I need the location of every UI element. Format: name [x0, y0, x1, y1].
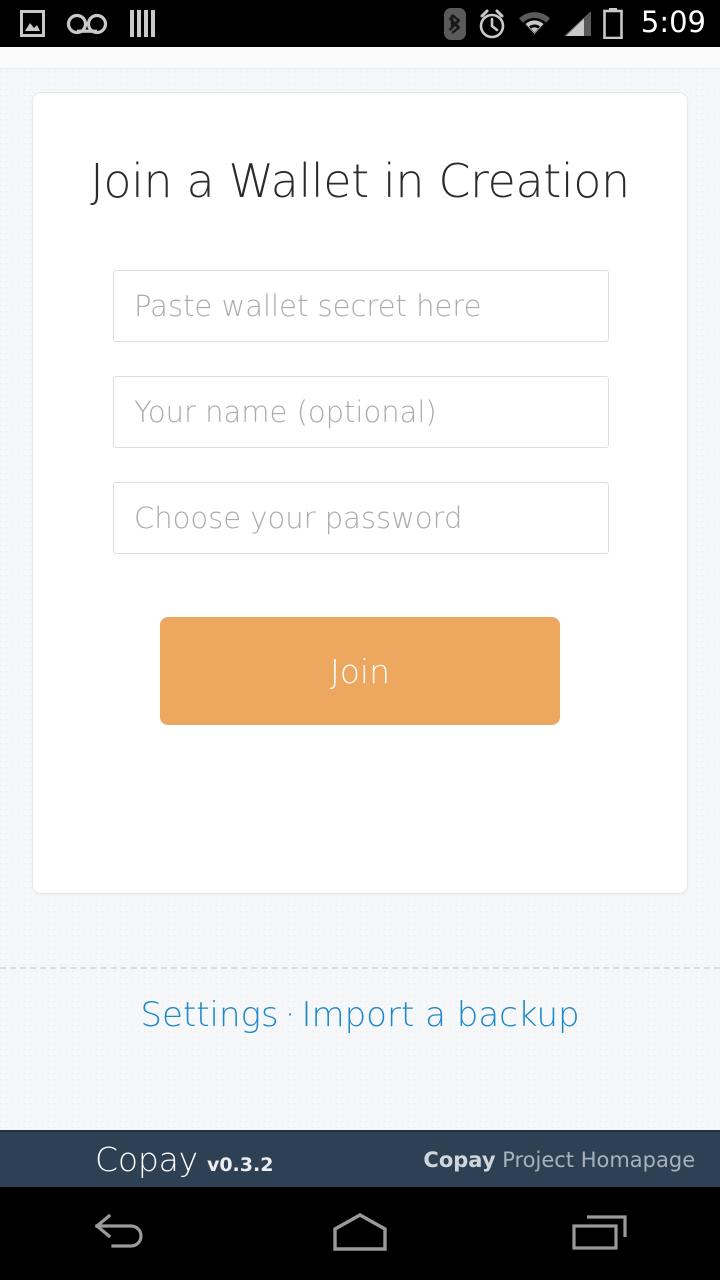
nav-recents-button[interactable]: [520, 1187, 680, 1280]
battery-charging-icon: [603, 8, 623, 39]
password-input[interactable]: [113, 482, 609, 554]
status-bar-right-icons: 5:09: [443, 5, 706, 40]
join-wallet-form: [33, 270, 687, 554]
status-bar: 5:09: [0, 0, 720, 47]
cellular-signal-icon: [562, 10, 592, 37]
status-bar-left-icons: [20, 10, 157, 37]
settings-link[interactable]: Settings: [140, 995, 278, 1035]
app-footer-bar: Copay v0.3.2 Copay Project Homapage: [0, 1130, 720, 1187]
footer-links: Settings · Import a backup: [0, 995, 720, 1035]
join-wallet-card: Join a Wallet in Creation Join: [32, 92, 688, 894]
page-title: Join a Wallet in Creation: [90, 154, 630, 208]
nav-home-button[interactable]: [280, 1187, 440, 1280]
page-background: Join a Wallet in Creation Join Settings·…: [0, 47, 720, 1130]
app-version: v0.3.2: [206, 1154, 274, 1176]
back-icon: [89, 1212, 151, 1255]
alarm-clock-icon: [477, 8, 507, 40]
image-icon: [20, 10, 45, 37]
wifi-icon: [518, 11, 551, 37]
nav-back-button[interactable]: [40, 1187, 200, 1280]
voicemail-icon: [66, 13, 108, 35]
links-separator: ·: [284, 995, 296, 1035]
import-backup-link[interactable]: Import a backup: [301, 995, 579, 1035]
page-top-strip: [0, 47, 720, 69]
join-button[interactable]: Join: [160, 617, 560, 725]
project-homepage-link[interactable]: Copay Project Homapage: [423, 1148, 695, 1172]
sdcard-bars-icon: [129, 10, 157, 37]
project-homepage-link-bold: Copay: [423, 1147, 496, 1172]
bluetooth-icon: [443, 7, 466, 40]
brand: Copay v0.3.2: [95, 1140, 273, 1179]
brand-name: Copay: [95, 1140, 198, 1179]
section-divider: [0, 967, 720, 969]
android-nav-bar: [0, 1187, 720, 1280]
project-homepage-link-rest: Project Homapage: [495, 1147, 696, 1172]
home-icon: [331, 1211, 389, 1256]
wallet-secret-input[interactable]: [113, 270, 609, 342]
phone-screen: 5:09 Join a Wallet in Creation Join Sett…: [0, 0, 720, 1280]
your-name-input[interactable]: [113, 376, 609, 448]
recents-icon: [571, 1211, 629, 1256]
status-bar-clock: 5:09: [640, 5, 706, 39]
